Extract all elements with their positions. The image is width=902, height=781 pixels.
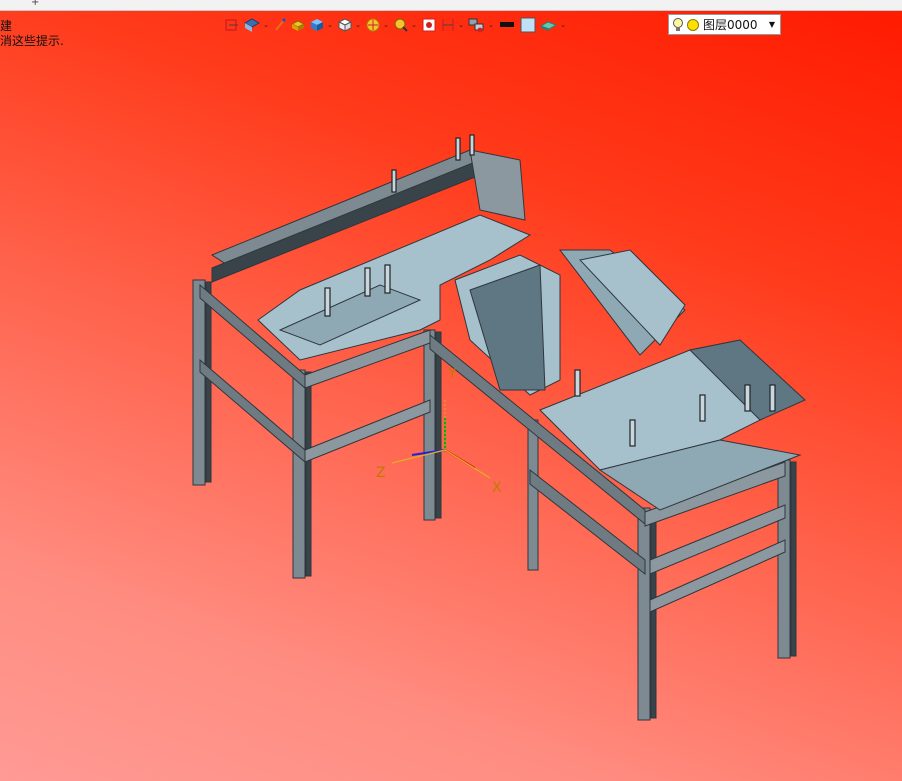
chevron-down-icon: ⌄ <box>458 21 464 29</box>
assembly-button[interactable] <box>224 15 240 35</box>
zoom-fit-button[interactable]: ⌄ <box>393 15 418 35</box>
surface-button[interactable]: ⌄ <box>540 15 567 35</box>
3d-viewport[interactable]: + 建 消这些提示. Z X Y ⌄ ⌄ ⌄ ⌄ ⌄ ⌄ ⌄ ⌄ 图层0000 … <box>0 0 902 781</box>
chevron-down-icon: ⌄ <box>383 21 389 29</box>
layer-manager-button[interactable]: ⌄ <box>468 15 495 35</box>
wireframe-cube-button[interactable]: ⌄ <box>337 15 362 35</box>
shaded-cube-icon <box>311 19 323 31</box>
chevron-down-icon[interactable]: ▼ <box>769 20 775 29</box>
orient-view-icon <box>243 18 261 32</box>
render-style-button[interactable] <box>290 15 306 35</box>
layer-manager-icon <box>468 18 484 33</box>
snap-view-icon <box>422 18 436 32</box>
chevron-down-icon: ⌄ <box>560 21 566 29</box>
shaded-cube-button[interactable]: ⌄ <box>309 15 334 35</box>
wireframe-cube-icon <box>337 18 353 32</box>
color-swatch-icon <box>500 22 514 27</box>
surface-icon <box>540 21 558 31</box>
assembly-icon <box>225 19 238 31</box>
chevron-down-icon: ⌄ <box>488 21 494 29</box>
chevron-down-icon: ⌄ <box>327 21 333 29</box>
dimension-button[interactable]: ⌄ <box>440 15 465 35</box>
section-disk-icon <box>366 18 380 32</box>
pencil-button[interactable] <box>273 15 287 35</box>
background-swatch-button[interactable] <box>519 15 537 35</box>
orient-view-button[interactable]: ⌄ <box>243 15 270 35</box>
snap-view-button[interactable] <box>421 15 437 35</box>
dimension-icon <box>442 19 454 31</box>
pencil-icon <box>275 18 286 31</box>
axis-label-z: Z <box>376 465 386 481</box>
chevron-down-icon: ⌄ <box>263 21 269 29</box>
zoom-fit-icon <box>394 18 408 32</box>
chevron-down-icon: ⌄ <box>411 21 417 29</box>
axis-label-x: X <box>492 480 502 496</box>
background-swatch-icon <box>520 17 536 33</box>
view-toolbar: ⌄ ⌄ ⌄ ⌄ ⌄ ⌄ ⌄ ⌄ <box>224 14 567 36</box>
section-disk-button[interactable]: ⌄ <box>365 15 390 35</box>
layer-name: 图层0000 <box>703 18 758 32</box>
layer-selector[interactable]: 图层0000 ▼ <box>668 14 781 35</box>
chevron-down-icon: ⌄ <box>355 21 361 29</box>
sun-icon <box>687 18 699 31</box>
color-swatch-button[interactable] <box>498 15 516 35</box>
render-style-icon <box>290 20 306 31</box>
axis-label-y: Y <box>447 366 457 382</box>
machine-frame-model[interactable]: Z X Y <box>0 0 902 781</box>
lightbulb-icon <box>673 17 683 31</box>
